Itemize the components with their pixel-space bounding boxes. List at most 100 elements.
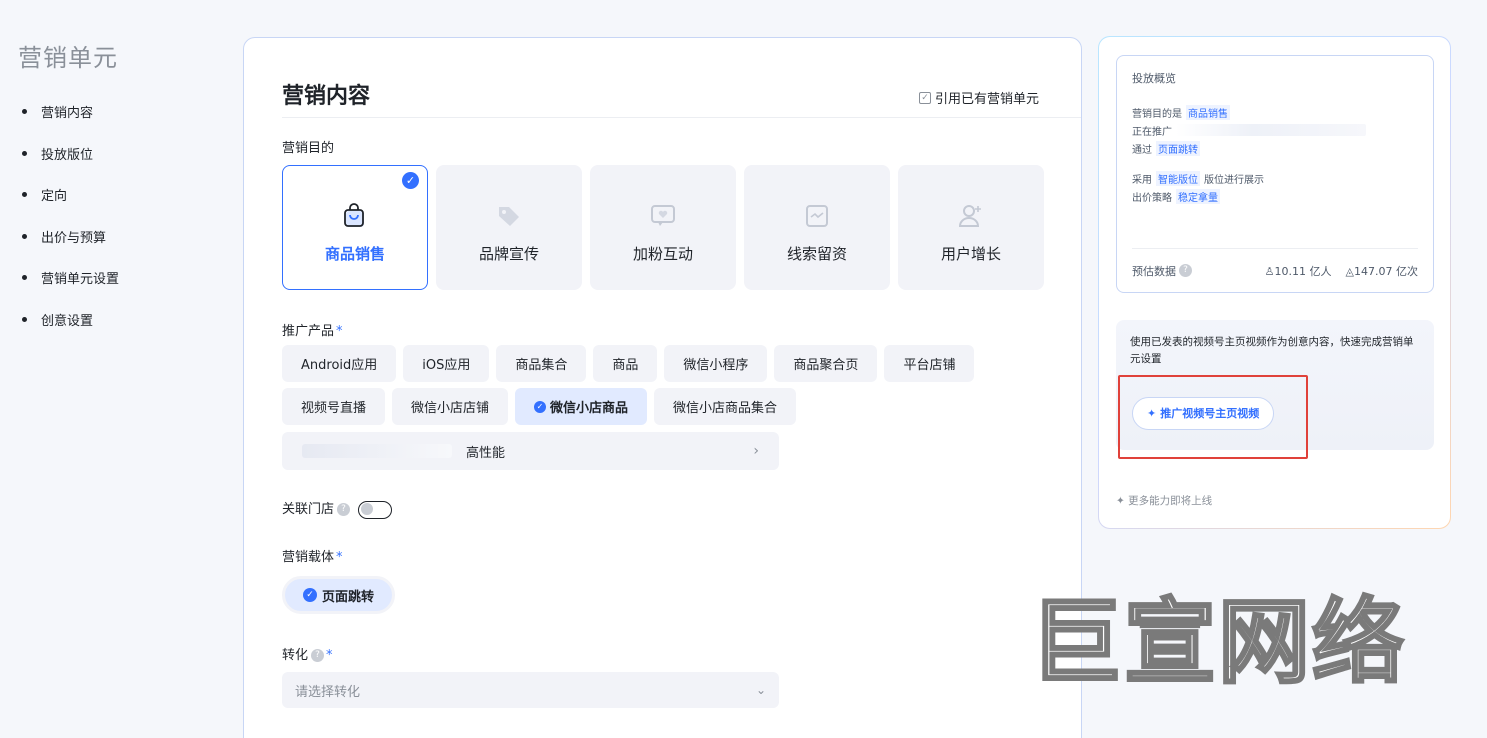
product-chip-label: 商品集合 — [515, 358, 568, 373]
carrier-label-row: 营销载体 * — [282, 546, 343, 565]
goal-label: 营销目的 — [282, 141, 335, 156]
add-user-icon — [956, 201, 986, 231]
estimate-label: 预估数据 — [1132, 264, 1176, 278]
product-chip[interactable]: 商品集合 — [496, 345, 587, 382]
product-chip[interactable]: 视频号直播 — [282, 388, 386, 425]
goal-option-label: 品牌宣传 — [478, 245, 539, 263]
via-value: 页面跳转 — [1156, 140, 1200, 156]
nav-item-label: 出价与预算 — [41, 230, 107, 246]
product-chip[interactable]: iOS应用 — [403, 345, 490, 382]
product-row-2: 视频号直播 微信小店店铺 ✓ 微信小店商品 微信小店商品集合 — [282, 388, 797, 425]
more-text: 更多能力即将上线 — [1128, 495, 1213, 507]
left-nav: 营销单元 营销内容投放版位定向出价与预算营销单元设置创意设置 — [18, 38, 218, 340]
nav-item-label: 投放版位 — [41, 147, 94, 163]
goal-option[interactable]: 加粉互动 — [590, 165, 736, 290]
convert-placeholder: 请选择转化 — [295, 684, 361, 700]
chevron-right-icon: › — [753, 443, 759, 459]
required-star: * — [326, 648, 333, 663]
blurred-text — [1176, 124, 1366, 136]
product-chip-label: iOS应用 — [422, 358, 471, 373]
goal-option[interactable]: 线索留资 — [744, 165, 890, 290]
nav-item-label: 定向 — [41, 189, 68, 205]
promo-text: 使用已发表的视频号主页视频作为创意内容，快速完成营销单元设置 — [1130, 336, 1414, 365]
card-header: 营销内容 ✓ 引用已有营销单元 — [282, 78, 1081, 118]
product-selector[interactable]: 高性能 › — [282, 432, 779, 470]
promote-channel-video-button[interactable]: ✦ 推广视频号主页视频 — [1132, 397, 1275, 430]
bullet-dot — [22, 109, 27, 115]
store-label: 关联门店 — [282, 502, 335, 517]
product-chip[interactable]: 商品聚合页 — [774, 345, 878, 382]
nav-item[interactable]: 营销单元设置 — [18, 257, 218, 299]
estimate-row: 预估数据? ♙10.11 亿人 ◬147.07 亿次 — [1132, 248, 1418, 292]
goal-option-label: 用户增长 — [940, 245, 1001, 263]
store-toggle[interactable] — [358, 500, 393, 519]
marketing-content-card: 营销内容 ✓ 引用已有营销单元 营销目的 商品销售 ✓ 品牌宣传 加粉互动 线索留资 用户… — [243, 37, 1082, 738]
bullet-dot — [22, 275, 27, 281]
heart-message-icon — [648, 201, 678, 231]
users-stat: ♙10.11 亿人 — [1265, 263, 1332, 279]
help-icon[interactable]: ? — [337, 503, 351, 516]
carrier-option-page-jump[interactable]: ✓ 页面跳转 — [282, 576, 396, 614]
chevron-down-icon: ⌄ — [755, 683, 766, 697]
product-chip[interactable]: 平台店铺 — [884, 345, 975, 382]
nav-item[interactable]: 出价与预算 — [18, 216, 218, 258]
bullet-dot — [22, 316, 27, 322]
via-prefix: 通过 — [1132, 144, 1152, 156]
product-chip-label: 微信小店商品 — [550, 401, 629, 416]
product-chip-label: 微信小店商品集合 — [673, 401, 778, 416]
product-chip-label: 微信小店店铺 — [411, 401, 490, 416]
nav-item[interactable]: 投放版位 — [18, 133, 218, 175]
overview-promoting-line: 正在推广 — [1132, 121, 1418, 139]
nav-item[interactable]: 创意设置 — [18, 299, 218, 341]
goal-prefix: 营销目的是 — [1132, 108, 1182, 120]
product-chip[interactable]: 微信小店店铺 — [392, 388, 509, 425]
promo-button-label: 推广视频号主页视频 — [1160, 407, 1260, 420]
promoting-prefix: 正在推广 — [1132, 126, 1172, 138]
adopt-value: 智能版位 — [1156, 170, 1200, 186]
nav-title: 营销单元 — [18, 44, 118, 72]
product-selector-text: 高性能 — [466, 445, 506, 461]
goal-value: 商品销售 — [1186, 104, 1230, 120]
product-chip[interactable]: Android应用 — [282, 345, 397, 382]
product-chip[interactable]: 微信小程序 — [664, 345, 768, 382]
tag-icon — [494, 201, 524, 231]
cite-existing-unit-button[interactable]: ✓ 引用已有营销单元 — [918, 88, 1039, 107]
users-value: 10.11 亿人 — [1274, 264, 1332, 278]
cite-label: 引用已有营销单元 — [934, 92, 1039, 107]
convert-label: 转化 — [282, 648, 309, 663]
overview-title: 投放概览 — [1132, 72, 1176, 85]
goal-options: 商品销售 ✓ 品牌宣传 加粉互动 线索留资 用户增长 — [282, 165, 1044, 290]
product-chip[interactable]: 微信小店商品集合 — [654, 388, 797, 425]
nav-item[interactable]: 定向 — [18, 174, 218, 216]
overview-via-line: 通过 页面跳转 — [1132, 139, 1418, 157]
goal-option-label: 加粉互动 — [632, 245, 693, 263]
carrier-value: 页面跳转 — [322, 589, 375, 605]
product-chip-label: 商品聚合页 — [793, 358, 859, 373]
product-chip-label: 视频号直播 — [301, 401, 367, 416]
product-label-text: 推广产品 — [282, 324, 335, 339]
goal-option[interactable]: 商品销售 ✓ — [282, 165, 428, 290]
overview-adopt-line: 采用 智能版位 版位进行展示 — [1132, 169, 1418, 187]
convert-select[interactable]: 请选择转化 ⌄ — [282, 672, 779, 708]
goal-option[interactable]: 品牌宣传 — [436, 165, 582, 290]
toggle-knob — [361, 503, 374, 515]
impressions-value: 147.07 亿次 — [1354, 264, 1418, 278]
nav-item-label: 营销单元设置 — [41, 272, 120, 288]
help-icon[interactable]: ? — [311, 649, 325, 662]
goal-option[interactable]: 用户增长 — [898, 165, 1044, 290]
required-star: * — [336, 550, 343, 565]
check-icon: ✓ — [402, 172, 419, 189]
promo-box: 使用已发表的视频号主页视频作为创意内容，快速完成营销单元设置 ✦ 推广视频号主页… — [1116, 320, 1434, 450]
product-chip[interactable]: 商品 — [593, 345, 658, 382]
user-icon: ♙ — [1264, 264, 1275, 278]
carrier-label: 营销载体 — [282, 550, 335, 565]
nav-item[interactable]: 营销内容 — [18, 91, 218, 133]
bullet-dot — [22, 233, 27, 239]
product-chip[interactable]: ✓ 微信小店商品 — [515, 388, 648, 425]
check-icon: ✓ — [534, 400, 547, 413]
help-icon[interactable]: ? — [1179, 264, 1192, 277]
sparkle-icon: ✦ — [1116, 495, 1125, 507]
required-star: * — [336, 324, 343, 339]
product-label: 推广产品 * — [282, 320, 343, 339]
overview-goal-line: 营销目的是 商品销售 — [1132, 103, 1418, 121]
